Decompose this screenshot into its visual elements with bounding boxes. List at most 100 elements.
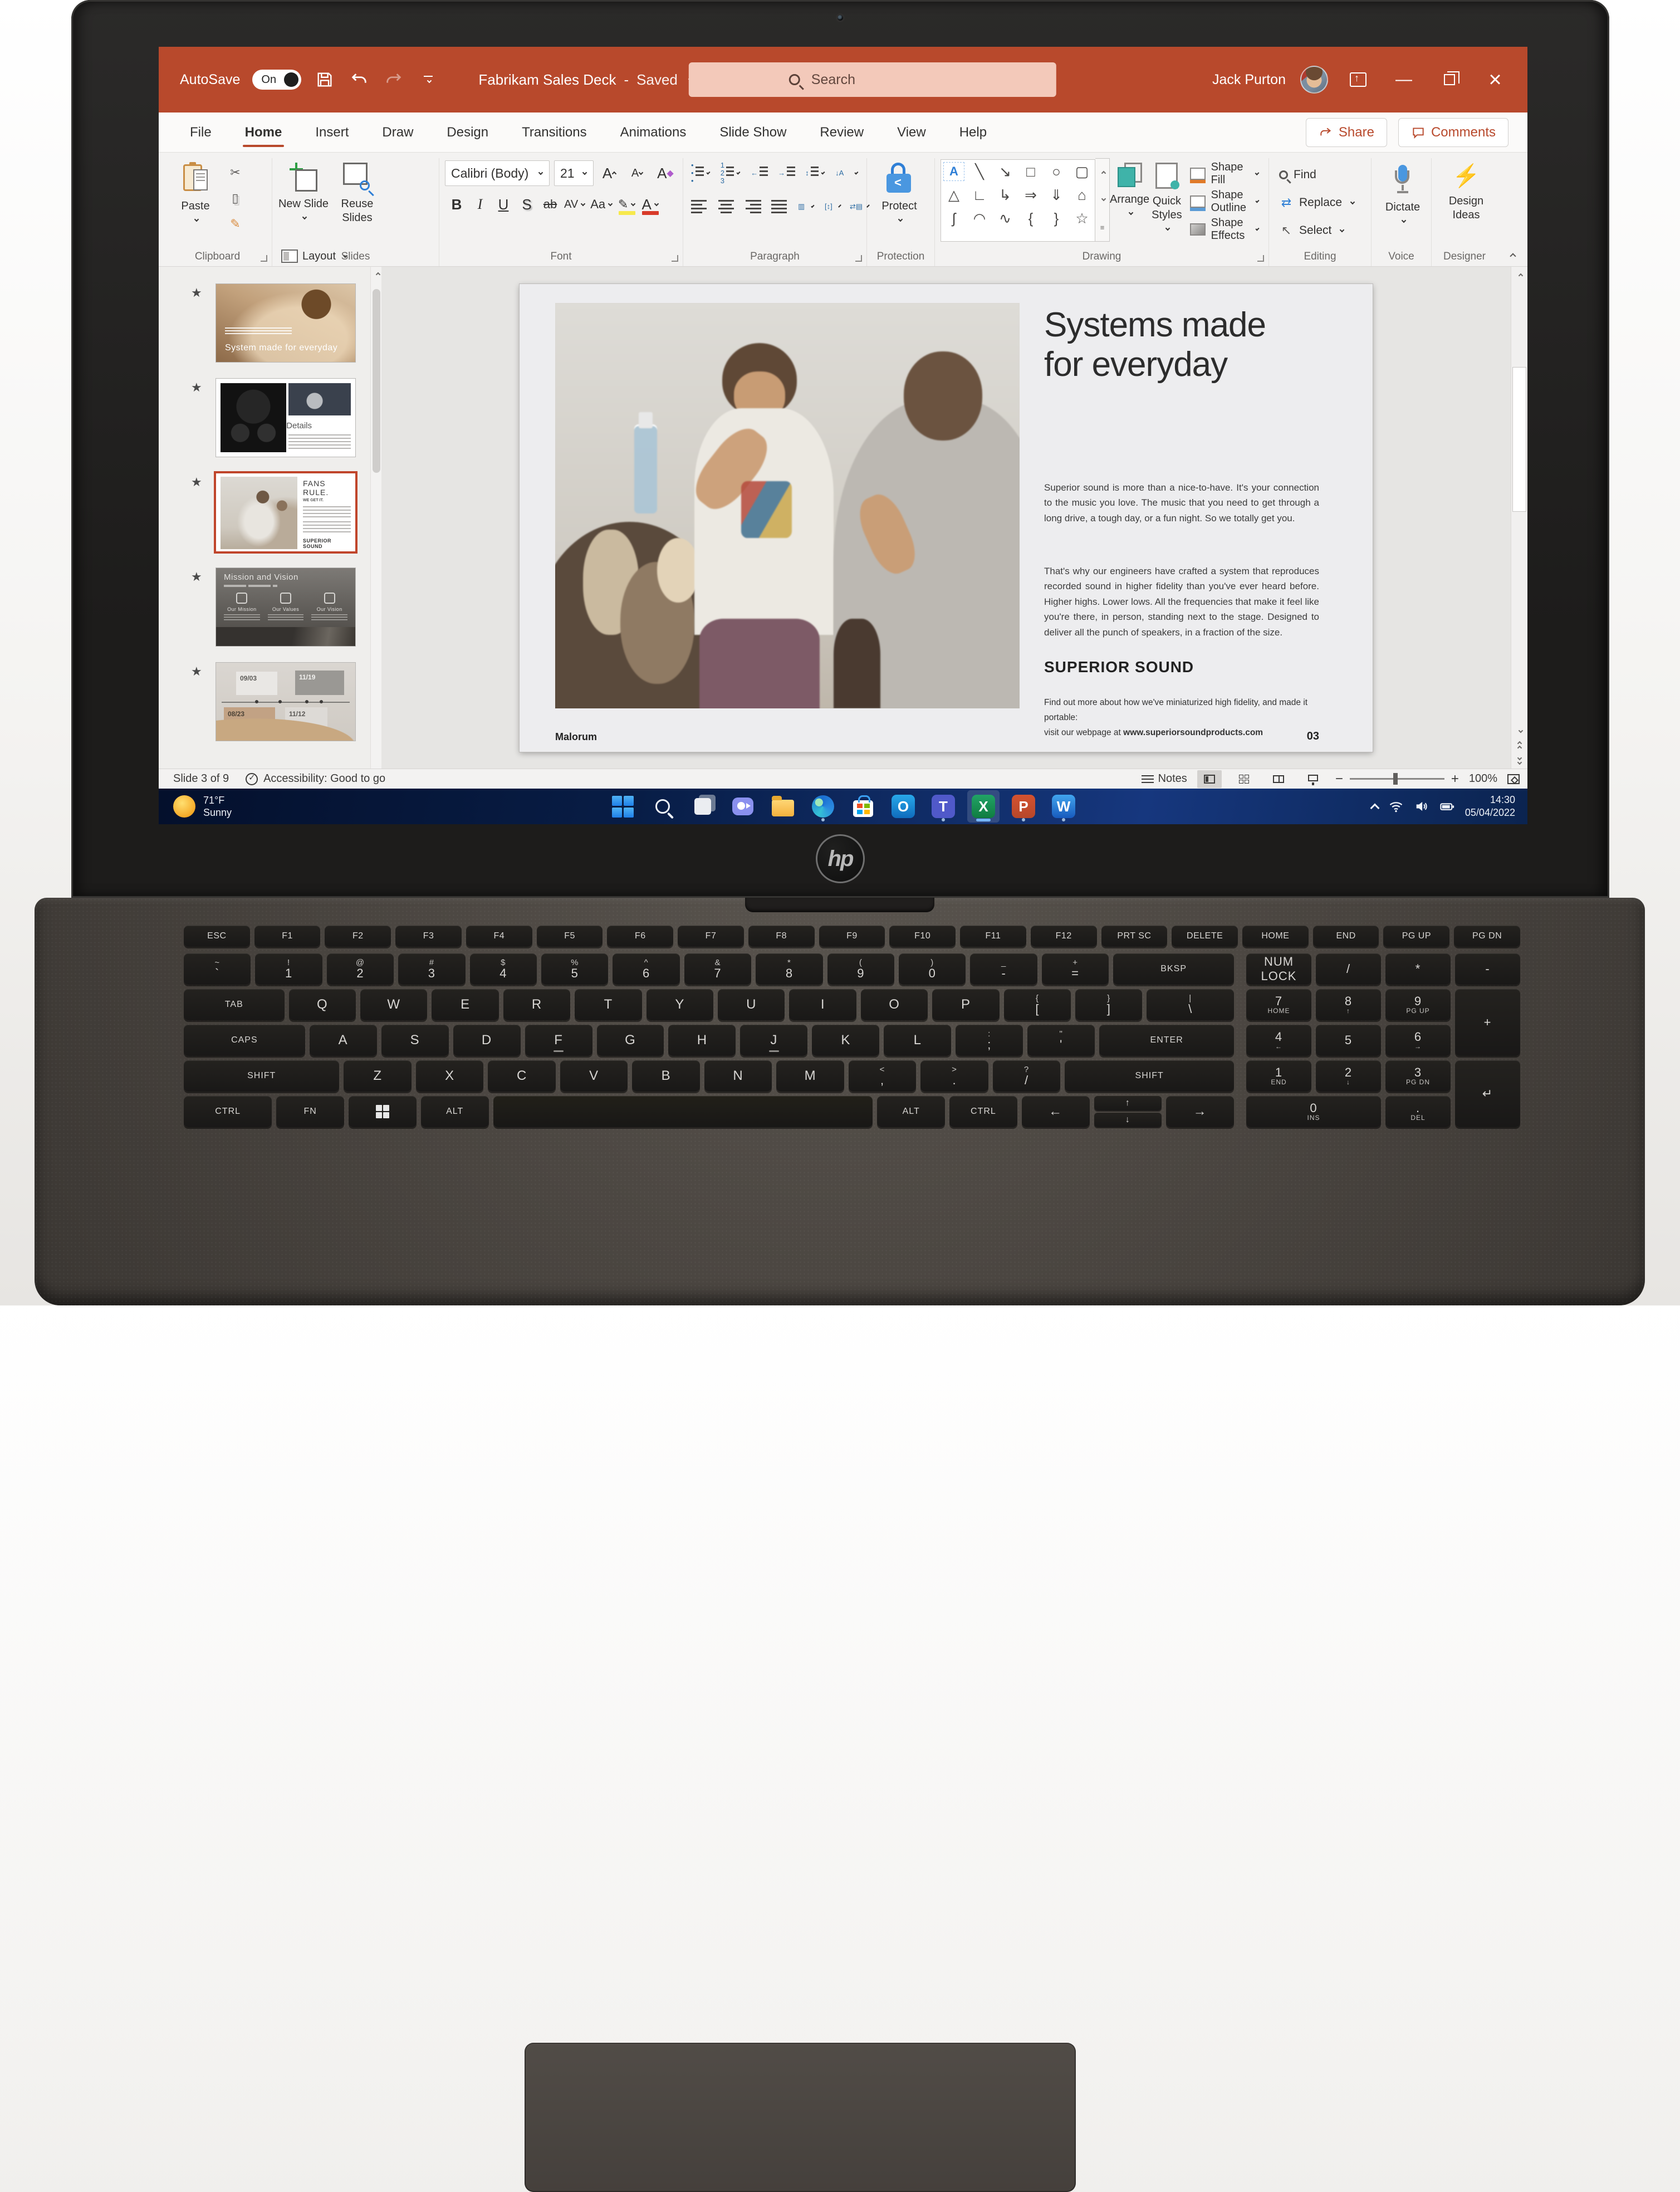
redo-icon[interactable]	[383, 68, 405, 91]
undo-icon[interactable]	[348, 68, 370, 91]
panel-scrollbar-thumb[interactable]	[373, 289, 380, 473]
strikethrough-button[interactable]: ab	[538, 192, 562, 217]
numbering-button[interactable]: 1 2 3	[718, 161, 743, 185]
shape-arrow-down-icon[interactable]: ⇓	[1044, 183, 1069, 207]
battery-icon[interactable]	[1439, 799, 1455, 814]
wifi-icon[interactable]	[1388, 799, 1404, 814]
slide-thumbnail-3[interactable]: FANS RULE. WE GET IT. SUPERIOR SOUND	[214, 471, 357, 554]
decrease-font-size-button[interactable]: A	[626, 160, 649, 186]
close-button[interactable]: ×	[1480, 64, 1511, 95]
task-view-taskbar-icon[interactable]	[687, 790, 719, 823]
slide-photo[interactable]	[555, 302, 1020, 708]
shape-outline-button[interactable]: Shape Outline	[1187, 189, 1263, 214]
slideshow-button[interactable]	[1301, 770, 1325, 788]
shapes-more[interactable]: ≡	[1095, 214, 1109, 241]
excel-taskbar-icon[interactable]: X	[967, 790, 1000, 823]
zoom-in-button[interactable]: +	[1451, 771, 1459, 787]
tab-insert[interactable]: Insert	[298, 117, 365, 148]
increase-font-size-button[interactable]: A	[598, 160, 621, 186]
align-center-button[interactable]	[716, 196, 737, 217]
start-taskbar-icon[interactable]	[606, 790, 639, 823]
shape-oval-icon[interactable]: ○	[1044, 160, 1069, 183]
columns-button[interactable]: ▥	[796, 196, 817, 217]
protect-button[interactable]: Protect	[873, 158, 926, 242]
panel-scrollbar[interactable]	[370, 267, 381, 769]
chat-taskbar-icon[interactable]	[727, 790, 759, 823]
tab-slide-show[interactable]: Slide Show	[703, 117, 803, 148]
new-slide-button[interactable]: New Slide	[278, 158, 329, 242]
search-bar[interactable]	[688, 62, 1056, 97]
cut-button[interactable]: ✂	[224, 162, 246, 184]
shape-arrow-icon[interactable]: ↘	[992, 160, 1018, 183]
shape-arrow-right-icon[interactable]: ⇒	[1018, 183, 1044, 207]
paste-button[interactable]: Paste	[169, 158, 222, 242]
underline-button[interactable]: U	[492, 192, 515, 217]
shape-line-icon[interactable]: ╲	[967, 160, 992, 183]
font-color-button[interactable]: A	[639, 192, 662, 217]
file-explorer-taskbar-icon[interactable]	[767, 790, 799, 823]
slide-thumbnail-5[interactable]: 09/03 11/19 08/23 11/12	[215, 662, 356, 741]
align-right-button[interactable]	[742, 196, 763, 217]
scrollbar-thumb[interactable]	[1512, 367, 1526, 512]
shape-curve-icon[interactable]: ∿	[992, 207, 1018, 230]
shape-fill-button[interactable]: Shape Fill	[1187, 161, 1263, 186]
normal-view-button[interactable]	[1197, 770, 1222, 788]
restore-button[interactable]	[1434, 64, 1465, 95]
slide-counter[interactable]: Slide 3 of 9	[173, 772, 229, 785]
tab-review[interactable]: Review	[803, 117, 880, 148]
decrease-indent-button[interactable]: ←	[748, 163, 770, 184]
tab-help[interactable]: Help	[943, 117, 1003, 148]
scroll-up-button[interactable]	[1511, 267, 1527, 283]
collapse-ribbon-button[interactable]	[1507, 251, 1516, 261]
tab-draw[interactable]: Draw	[365, 117, 430, 148]
store-taskbar-icon[interactable]	[847, 790, 879, 823]
drawing-dialog-launcher[interactable]	[1257, 255, 1264, 262]
slide-heading[interactable]: SUPERIOR SOUND	[1044, 658, 1194, 676]
outlook-taskbar-icon[interactable]: O	[887, 790, 919, 823]
ribbon-display-options-button[interactable]	[1343, 64, 1374, 95]
speaker-icon[interactable]	[1414, 799, 1429, 814]
tray-expand-icon[interactable]	[1370, 803, 1380, 813]
save-icon[interactable]	[314, 68, 336, 91]
search-input[interactable]	[810, 71, 977, 89]
weather-widget[interactable]: 71°F Sunny	[173, 794, 232, 819]
shape-scribble-icon[interactable]: ʃ	[941, 207, 967, 230]
next-slide-button[interactable]	[1517, 755, 1522, 765]
zoom-out-button[interactable]: −	[1335, 771, 1343, 787]
slide-thumbnail-1[interactable]: System made for everyday	[215, 283, 356, 363]
shape-brace-right-icon[interactable]: }	[1044, 207, 1069, 230]
clipboard-dialog-launcher[interactable]	[261, 255, 267, 262]
font-name-select[interactable]: Calibri (Body)	[445, 160, 550, 186]
tab-view[interactable]: View	[880, 117, 943, 148]
slide-cta[interactable]: Find out more about how we've miniaturiz…	[1044, 695, 1319, 740]
avatar[interactable]	[1300, 66, 1328, 94]
zoom-slider-thumb[interactable]	[1393, 773, 1398, 785]
teams-taskbar-icon[interactable]: T	[927, 790, 959, 823]
reuse-slides-button[interactable]: Reuse Slides	[331, 158, 383, 242]
vertical-scrollbar[interactable]	[1511, 267, 1527, 769]
document-title[interactable]: Fabrikam Sales Deck - Saved	[478, 71, 693, 89]
shapes-scroll-down[interactable]	[1095, 186, 1109, 213]
slide-paragraph-2[interactable]: That's why our engineers have crafted a …	[1044, 564, 1319, 640]
slide-paragraph-1[interactable]: Superior sound is more than a nice-to-ha…	[1044, 480, 1319, 526]
increase-indent-button[interactable]: →	[776, 163, 797, 184]
slide-thumbnail-2[interactable]: Details	[215, 378, 356, 457]
italic-button[interactable]: I	[468, 192, 492, 217]
tab-design[interactable]: Design	[430, 117, 505, 148]
tab-file[interactable]: File	[173, 117, 228, 148]
edge-taskbar-icon[interactable]	[807, 790, 839, 823]
scroll-down-button[interactable]	[1511, 723, 1527, 740]
font-size-select[interactable]: 21	[554, 160, 594, 186]
shape-arc-icon[interactable]: ◠	[967, 207, 992, 230]
search-taskbar-icon[interactable]	[646, 790, 679, 823]
line-spacing-button[interactable]: ↕	[803, 163, 827, 184]
previous-slide-button[interactable]	[1517, 741, 1522, 751]
share-button[interactable]: Share	[1305, 118, 1387, 147]
shape-brace-left-icon[interactable]: {	[1018, 207, 1044, 230]
shape-rectangle-icon[interactable]: □	[1018, 160, 1044, 183]
shape-triangle-icon[interactable]: △	[941, 183, 967, 207]
zoom-level[interactable]: 100%	[1469, 772, 1497, 785]
accessibility-status[interactable]: Accessibility: Good to go	[246, 772, 385, 785]
highlight-color-button[interactable]: ✎	[615, 192, 639, 217]
format-painter-button[interactable]: ✎	[224, 213, 246, 235]
